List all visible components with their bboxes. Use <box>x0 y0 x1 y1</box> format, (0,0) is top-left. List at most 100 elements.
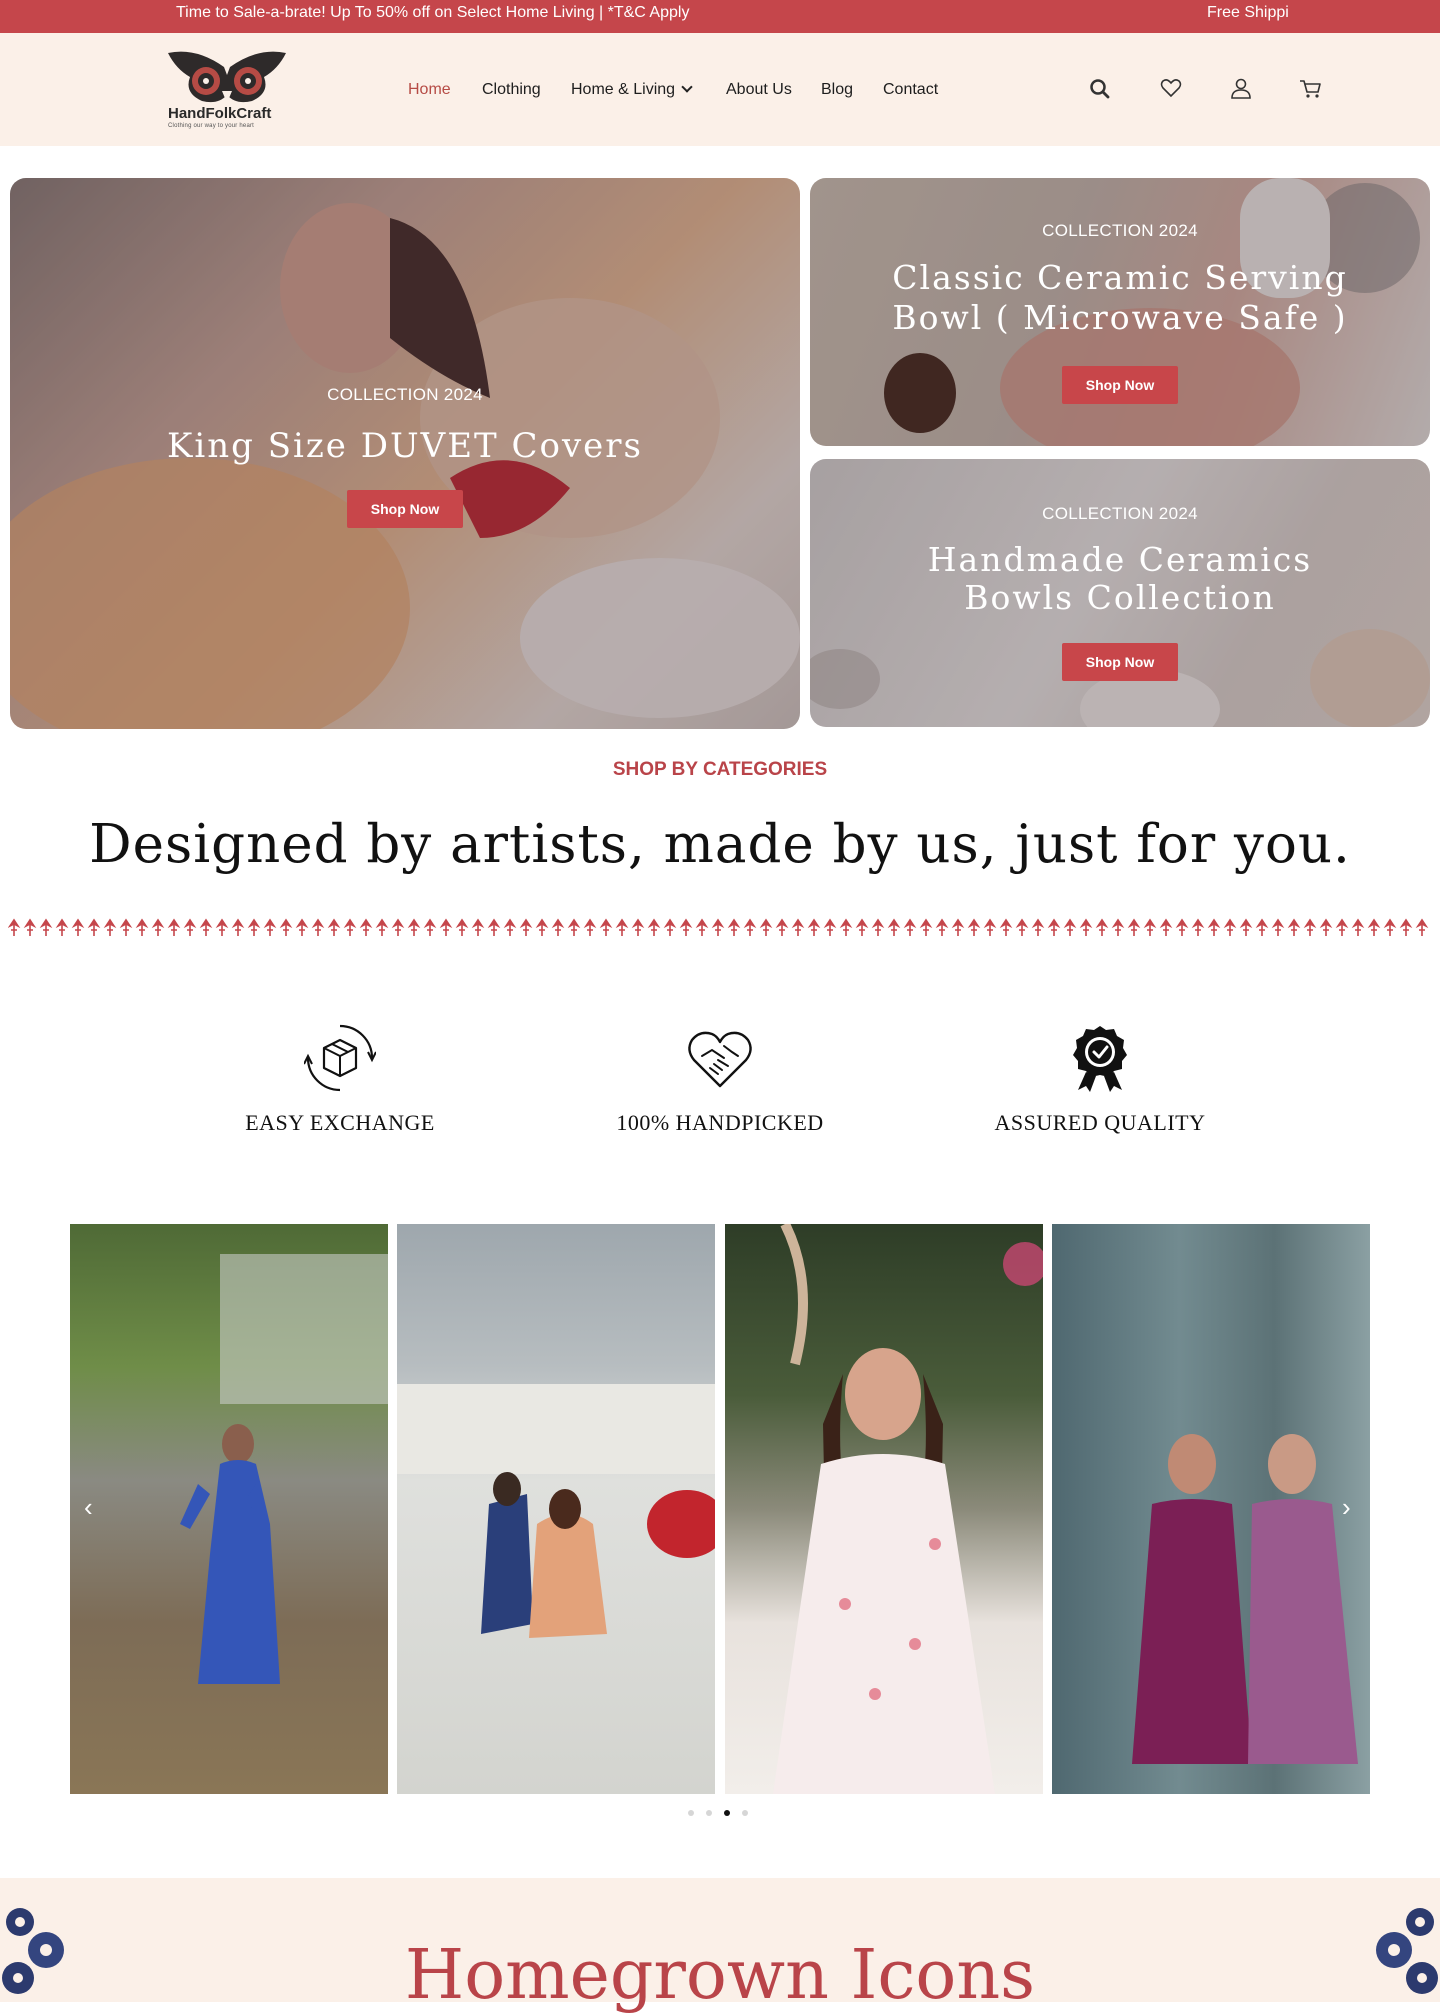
feature-label: ASSURED QUALITY <box>994 1110 1206 1135</box>
border-motif <box>871 918 885 936</box>
hero-main-eyebrow: COLLECTION 2024 <box>327 385 483 404</box>
categories-eyebrow: SHOP BY CATEGORIES <box>612 759 828 780</box>
pagination-dot[interactable] <box>706 1810 712 1816</box>
border-motif <box>151 918 165 936</box>
border-motif <box>279 918 293 936</box>
gallery-pagination <box>688 1803 760 1821</box>
border-motif <box>167 918 181 936</box>
hero-bottom-right-banner[interactable]: COLLECTION 2024 Handmade Ceramics Bowls … <box>810 459 1430 727</box>
hero-top-right-shop-button[interactable]: Shop Now <box>1062 366 1178 404</box>
hero-bottom-right-shop-button[interactable]: Shop Now <box>1062 643 1178 681</box>
homegrown-section: Homegrown Icons <box>0 1878 1440 2015</box>
chevron-down-icon <box>681 81 693 93</box>
box-exchange-icon <box>304 1024 376 1092</box>
border-motif <box>71 918 85 936</box>
border-motif <box>727 918 741 936</box>
gallery-image <box>773 1224 1043 1794</box>
border-motif <box>1095 918 1109 936</box>
brand-name: HandFolkCraft <box>168 105 272 122</box>
nav-about[interactable]: About Us <box>726 81 792 99</box>
logo[interactable]: HandFolkCraft Clothing our way to your h… <box>166 47 288 133</box>
border-motif <box>711 918 725 936</box>
border-motif <box>327 918 341 936</box>
nav-blog[interactable]: Blog <box>821 81 853 99</box>
border-motif <box>55 918 69 936</box>
border-motif <box>263 918 277 936</box>
border-motif <box>903 918 917 936</box>
border-motif <box>999 918 1013 936</box>
border-motif <box>839 918 853 936</box>
search-icon[interactable] <box>1086 75 1114 103</box>
gallery-image <box>1132 1434 1358 1764</box>
feature-label: EASY EXCHANGE <box>245 1110 435 1135</box>
hero-bottom-right-title: Handmade Ceramics Bowls Collection <box>810 541 1430 617</box>
border-motif <box>983 918 997 936</box>
border-motif <box>311 918 325 936</box>
border-motif <box>23 918 37 936</box>
feature-easy-exchange: EASY EXCHANGE <box>210 1022 470 1136</box>
gallery-slide-blue-dress[interactable] <box>70 1224 388 1794</box>
hero-main-banner[interactable]: COLLECTION 2024 King Size DUVET Covers S… <box>10 178 800 729</box>
border-motif <box>1239 918 1253 936</box>
gallery-slide-white-dress[interactable] <box>725 1224 1043 1794</box>
border-motif <box>1271 918 1285 936</box>
border-motif <box>39 918 53 936</box>
hero-bottom-right-title-line2: Bowls Collection <box>964 577 1276 617</box>
nav-home-living[interactable]: Home & Living <box>571 81 693 99</box>
feature-label: 100% HANDPICKED <box>616 1110 824 1135</box>
promo-text[interactable]: Time to Sale-a-brate! Up To 50% off on S… <box>176 4 689 22</box>
border-motif <box>791 918 805 936</box>
gallery-slide-orange-dress[interactable] <box>397 1224 715 1794</box>
border-motif <box>1399 918 1413 936</box>
border-motif <box>583 918 597 936</box>
border-motif <box>599 918 613 936</box>
gallery-slide-purple-dresses[interactable] <box>1052 1224 1370 1794</box>
border-motif <box>743 918 757 936</box>
gallery-prev-arrow[interactable]: ‹ <box>84 1492 93 1523</box>
border-motif <box>759 918 773 936</box>
border-motif <box>487 918 501 936</box>
border-motif <box>935 918 949 936</box>
hero-top-right-title-line1: Classic Ceramic Serving <box>892 258 1348 297</box>
border-motif <box>375 918 389 936</box>
border-motif <box>1223 918 1237 936</box>
border-motif <box>1335 918 1349 936</box>
border-motif <box>519 918 533 936</box>
hero-top-right-banner[interactable]: COLLECTION 2024 Classic Ceramic Serving … <box>810 178 1430 446</box>
border-motif <box>183 918 197 936</box>
border-motif <box>967 918 981 936</box>
quality-badge-icon <box>1073 1026 1127 1092</box>
gallery-image <box>180 1254 388 1684</box>
border-motif <box>423 918 437 936</box>
nav-contact[interactable]: Contact <box>883 81 938 99</box>
cart-icon[interactable] <box>1297 75 1325 103</box>
border-motif <box>679 918 693 936</box>
border-motif <box>135 918 149 936</box>
gallery-image <box>397 1384 715 1638</box>
border-motif <box>1127 918 1141 936</box>
hero-bottom-right-title-line1: Handmade Ceramics <box>927 540 1313 579</box>
pagination-dot[interactable] <box>724 1810 730 1816</box>
border-motif <box>455 918 469 936</box>
hero-main-shop-button[interactable]: Shop Now <box>347 490 463 528</box>
floral-decoration-right <box>1376 1908 1438 1994</box>
border-motif <box>295 918 309 936</box>
pagination-dot[interactable] <box>688 1810 694 1816</box>
nav-clothing[interactable]: Clothing <box>482 81 541 99</box>
pagination-dot[interactable] <box>742 1810 748 1816</box>
border-motif <box>1415 918 1429 936</box>
border-motif <box>87 918 101 936</box>
border-motif <box>1111 918 1125 936</box>
decorative-border <box>8 918 1429 936</box>
border-motif <box>1047 918 1061 936</box>
gallery-next-arrow[interactable]: › <box>1342 1492 1351 1523</box>
heart-handshake-icon <box>688 1031 752 1088</box>
border-motif <box>615 918 629 936</box>
border-motif <box>1015 918 1029 936</box>
border-motif <box>1287 918 1301 936</box>
feature-handpicked: 100% HANDPICKED <box>590 1022 850 1136</box>
nav-home[interactable]: Home <box>408 81 451 99</box>
hero-top-right-eyebrow: COLLECTION 2024 <box>1042 221 1198 240</box>
user-icon[interactable] <box>1227 75 1255 103</box>
heart-icon[interactable] <box>1157 75 1185 103</box>
